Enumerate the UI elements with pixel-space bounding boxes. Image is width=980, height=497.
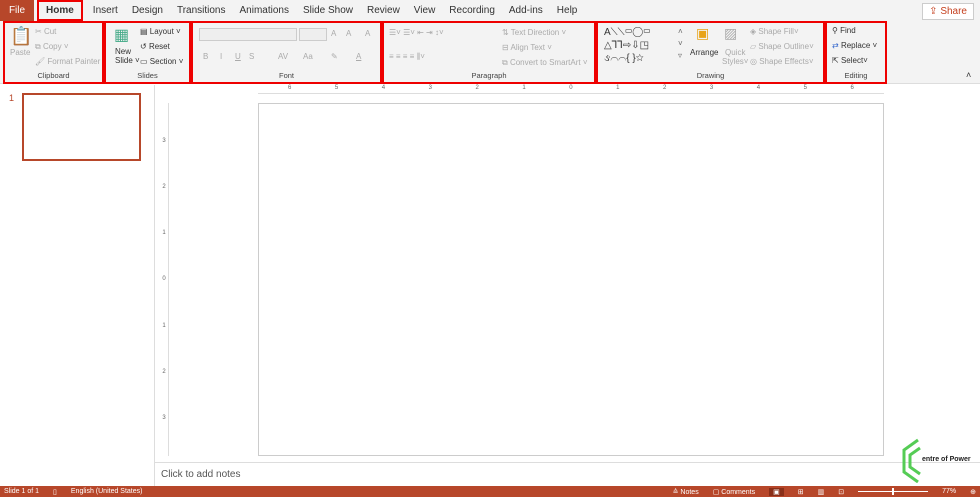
char-spacing-button[interactable]: AV [278,52,288,61]
tab-add-ins[interactable]: Add-ins [502,0,550,21]
comments-button[interactable]: ▢ Comments [713,488,755,496]
arrange-icon: ▣ [696,25,710,41]
group-slides: ▦ New Slide ˅ ▤ Layout ˅ ↺ Reset ▭ Sectio… [104,21,191,84]
reset-button[interactable]: ↺ Reset [140,42,170,51]
new-slide-button[interactable]: New Slide ˅ [115,47,140,65]
change-case-button[interactable]: Aa [303,52,313,61]
tab-animations[interactable]: Animations [233,0,296,21]
tab-file[interactable]: File [0,0,34,21]
group-editing: ⚲ Find ⇄ Replace ˅ ⇱ Select˅ Editing [825,21,887,84]
cut-button[interactable]: ✂ Cut [35,27,56,36]
shrink-font-button[interactable]: A [346,29,351,38]
font-color-button[interactable]: A [356,52,361,61]
tab-home[interactable]: Home [37,0,83,21]
group-label: Drawing [696,71,725,80]
slide-thumbnail[interactable] [22,93,141,161]
horizontal-ruler: 6543210123456 [258,85,884,94]
slide-counter: Slide 1 of 1 [4,488,40,495]
reading-view-icon[interactable]: ▥ [818,488,825,496]
bullets-icon[interactable]: ☰˅ ☰˅ ⇤ ⇥ ↕˅ [389,28,444,37]
shape-outline-button[interactable]: ▱ Shape Outline˅ [750,42,814,51]
tab-design[interactable]: Design [125,0,170,21]
group-label: Editing [844,71,868,80]
group-paragraph: ☰˅ ☰˅ ⇤ ⇥ ↕˅ ≡ ≡ ≡ ≡ ⫼˅ ⇅ Text Direction… [382,21,596,84]
format-painter-button[interactable]: 🖌 Format Painter [35,57,100,66]
font-size-dropdown[interactable] [299,28,327,41]
align-text-button[interactable]: ⊟ Align Text ˅ [502,43,552,52]
normal-view-icon[interactable]: ▣ [769,487,784,496]
quick-styles-icon: ▨ [724,25,738,41]
notes-button[interactable]: ≙ Notes [673,488,699,496]
spellcheck-icon[interactable]: ▯ [53,488,57,496]
group-label: Paragraph [471,71,507,80]
slide-sorter-icon[interactable]: ⊞ [798,488,804,496]
section-button[interactable]: ▭ Section ˅ [140,57,183,66]
slide-number: 1 [9,93,15,103]
tab-recording[interactable]: Recording [442,0,502,21]
underline-button[interactable]: U [235,52,241,61]
shape-effects-button[interactable]: ◎ Shape Effects˅ [750,57,814,66]
tab-help[interactable]: Help [550,0,585,21]
tab-review[interactable]: Review [360,0,407,21]
group-font: A A A B I U S AV Aa ✎ A Font [191,21,382,84]
language[interactable]: English (United States) [71,488,143,495]
share-button[interactable]: ⇪ Share [922,3,974,20]
font-name-dropdown[interactable] [199,28,297,41]
bold-button[interactable]: B [203,52,208,61]
replace-button[interactable]: ⇄ Replace ˅ [832,41,877,50]
copy-button[interactable]: ⧉ Copy ˅ [35,42,69,52]
vertical-ruler: 3210123 [160,103,169,456]
smartart-button[interactable]: ⧉ Convert to SmartArt ˅ [502,58,588,68]
group-label: Slides [137,71,158,80]
highlight-icon[interactable]: ✎ [331,52,338,61]
notes-pane[interactable]: Click to add notes [155,462,980,486]
select-button[interactable]: ⇱ Select˅ [832,56,868,65]
strikethrough-button[interactable]: S [249,52,254,61]
text-direction-button[interactable]: ⇅ Text Direction ˅ [502,28,566,37]
slideshow-icon[interactable]: ⊡ [838,488,844,496]
slide-canvas[interactable] [258,103,884,456]
paste-button[interactable]: Paste [10,48,30,57]
share-icon: ⇪ [929,6,941,17]
group-clipboard: 📋 Paste ✂ Cut ⧉ Copy ˅ 🖌 Format Painter … [3,21,104,84]
quick-styles-button[interactable]: Quick Styles˅ [722,48,748,66]
gallery-scroll[interactable]: ˄ ˅ ▿ [678,26,683,62]
paste-icon: 📋 [10,26,33,46]
arrange-button[interactable]: Arrange [690,48,718,57]
group-drawing: A⟍⟍▭◯▭ △⅂⅂⇨⇩◳ ઙ⌒⌒{ }☆ ˄ ˅ ▿ ▣ Arrange ▨ Quic… [596,21,825,84]
layout-button[interactable]: ▤ Layout ˅ [140,27,181,36]
zoom-slider[interactable] [858,488,929,495]
tab-view[interactable]: View [407,0,443,21]
italic-button[interactable]: I [220,52,222,61]
group-label: Clipboard [37,71,70,80]
status-bar: Slide 1 of 1 ▯ English (United States) ≙… [0,486,980,497]
tab-transitions[interactable]: Transitions [170,0,233,21]
clear-formatting-button[interactable]: A [365,29,370,38]
ribbon-tabs: File Home Insert Design Transitions Anim… [0,0,980,21]
tab-slide-show[interactable]: Slide Show [296,0,360,21]
find-button[interactable]: ⚲ Find [832,26,856,35]
fit-slide-icon[interactable]: ⊕ [970,488,976,496]
align-icons[interactable]: ≡ ≡ ≡ ≡ ⫼˅ [389,52,425,62]
watermark-text: entre of Power [922,456,971,463]
share-label: Share [940,6,967,17]
zoom-level[interactable]: 77% [942,488,956,495]
shapes-gallery[interactable]: A⟍⟍▭◯▭ △⅂⅂⇨⇩◳ ઙ⌒⌒{ }☆ [604,26,651,65]
watermark-logo: entre of Power [900,438,975,484]
collapse-ribbon-icon[interactable]: ˄ [966,70,971,80]
tab-insert[interactable]: Insert [86,0,125,21]
grow-font-button[interactable]: A [331,29,336,38]
new-slide-icon: ▦ [114,27,130,44]
group-label: Font [278,71,294,80]
shape-fill-button[interactable]: ◈ Shape Fill˅ [750,27,799,36]
